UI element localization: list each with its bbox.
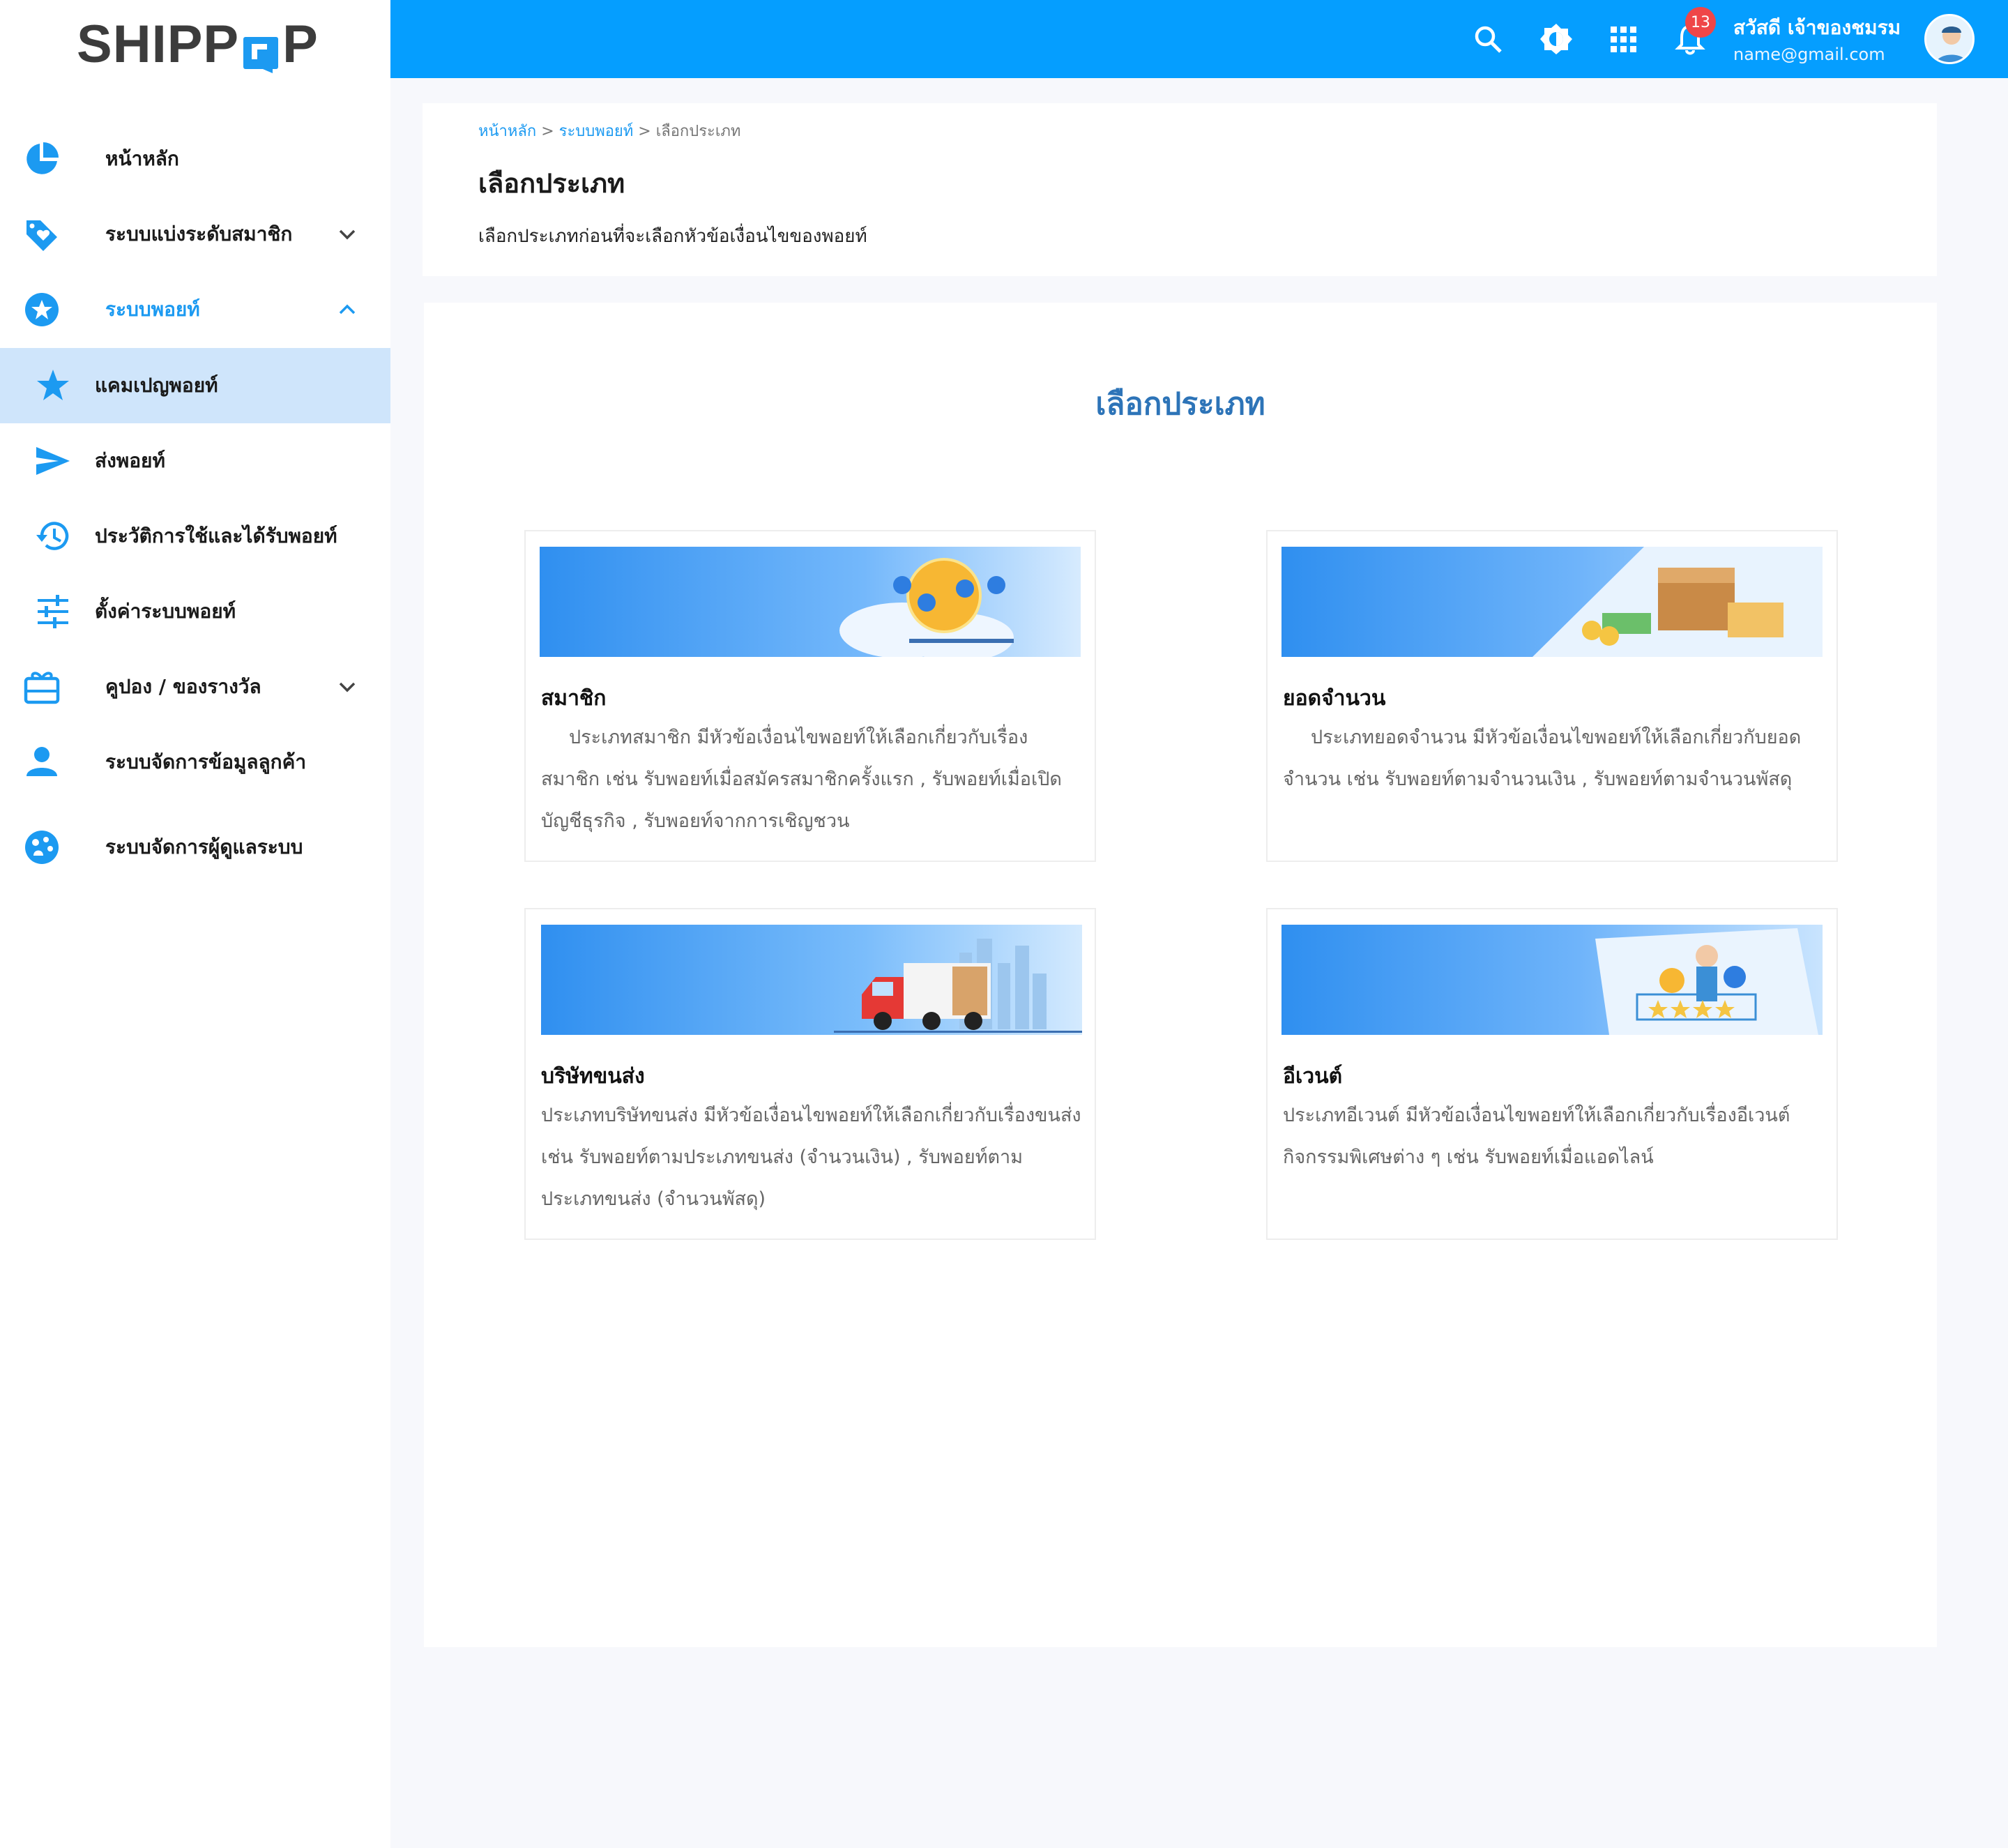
sidebar-item-label: แคมเปญพอยท์ <box>95 374 218 397</box>
search-icon[interactable] <box>1471 22 1505 56</box>
notification-count-badge: 13 <box>1685 7 1716 38</box>
brightness-icon[interactable] <box>1539 22 1573 56</box>
sidebar-item-label: คูปอง / ของรางวัล <box>105 675 261 698</box>
chevron-down-icon[interactable] <box>333 673 361 701</box>
amount-banner-image <box>1281 547 1823 657</box>
sidebar-item-label: ประวัติการใช้และได้รับพอยท์ <box>95 524 337 547</box>
chevron-down-icon[interactable] <box>333 220 361 248</box>
sliders-icon <box>35 593 71 630</box>
sidebar-item-label: หน้าหลัก <box>105 147 179 170</box>
type-selection-panel: เลือกประเภท สมาชิก ประเภทสมาชิก มีหัวข้อ… <box>424 303 1937 1647</box>
page-description: เลือกประเภทก่อนที่จะเลือกหัวข้อเงื่อนไขข… <box>478 226 867 247</box>
sidebar-item-label: ระบบจัดการผู้ดูแลระบบ <box>105 835 303 858</box>
sidebar-item-label: ตั้งค่าระบบพอยท์ <box>95 600 236 623</box>
breadcrumb-points-link[interactable]: ระบบพอยท์ <box>559 123 634 140</box>
admin-palette-icon <box>24 829 60 865</box>
send-icon <box>35 443 71 479</box>
person-icon <box>24 744 60 780</box>
type-card-shipping-company[interactable]: บริษัทขนส่ง ประเภทบริษัทขนส่ง มีหัวข้อเง… <box>524 908 1096 1240</box>
sidebar-item-points-system[interactable]: ระบบพอยท์ <box>0 272 390 347</box>
star-circle-icon <box>24 291 60 328</box>
section-title: เลือกประเภท <box>1095 386 1265 422</box>
logo-text-left: SHIPP <box>77 14 240 74</box>
type-name: บริษัทขนส่ง <box>541 1064 645 1089</box>
pie-chart-icon <box>24 141 60 177</box>
sidebar-subitem-point-settings[interactable]: ตั้งค่าระบบพอยท์ <box>0 574 390 649</box>
breadcrumb-separator: > <box>536 123 559 140</box>
chevron-up-icon[interactable] <box>333 296 361 324</box>
sidebar-item-label: ระบบจัดการข้อมูลลูกค้า <box>105 750 307 773</box>
sidebar-item-coupons-rewards[interactable]: คูปอง / ของรางวัล <box>0 649 390 725</box>
type-description: ประเภทสมาชิก มีหัวข้อเงื่อนไขพอยท์ให้เลื… <box>541 727 1062 832</box>
type-description: ประเภทยอดจำนวน มีหัวข้อเงื่อนไขพอยท์ให้เ… <box>1283 727 1802 790</box>
user-email: name@gmail.com <box>1733 45 1885 64</box>
page-title: เลือกประเภท <box>478 168 625 199</box>
sidebar: SHIPP P หน้าหลัก ระบบแบ่งระดับสมาชิก ระบ… <box>0 0 390 1848</box>
sidebar-item-label: ระบบพอยท์ <box>105 298 200 321</box>
apps-grid-icon[interactable] <box>1606 22 1640 56</box>
shipping-banner-image <box>541 925 1082 1035</box>
type-description: ประเภทบริษัทขนส่ง มีหัวข้อเงื่อนไขพอยท์ใ… <box>541 1105 1081 1210</box>
sidebar-item-label: ส่งพอยท์ <box>95 449 165 472</box>
gift-card-icon <box>24 669 60 705</box>
type-description: ประเภทอีเวนต์ มีหัวข้อเงื่อนไขพอยท์ให้เล… <box>1283 1105 1790 1168</box>
logo-chat-icon <box>242 25 280 73</box>
sidebar-item-admin-management[interactable]: ระบบจัดการผู้ดูแลระบบ <box>0 810 390 885</box>
type-name: ยอดจำนวน <box>1283 686 1386 711</box>
breadcrumb-separator: > <box>633 123 656 140</box>
member-banner-image <box>540 547 1081 657</box>
sidebar-item-member-tier[interactable]: ระบบแบ่งระดับสมาชิก <box>0 197 390 272</box>
page-header-card: หน้าหลัก > ระบบพอยท์ > เลือกประเภท เลือก… <box>423 103 1937 276</box>
sidebar-item-home[interactable]: หน้าหลัก <box>0 121 390 197</box>
sidebar-item-label: ระบบแบ่งระดับสมาชิก <box>105 222 293 245</box>
sidebar-subitem-point-campaign[interactable]: แคมเปญพอยท์ <box>0 348 390 423</box>
breadcrumb: หน้าหลัก > ระบบพอยท์ > เลือกประเภท <box>478 119 740 143</box>
shippop-logo[interactable]: SHIPP P <box>77 15 319 74</box>
history-icon <box>35 518 71 554</box>
breadcrumb-current: เลือกประเภท <box>655 123 741 140</box>
sidebar-subitem-point-history[interactable]: ประวัติการใช้และได้รับพอยท์ <box>0 499 390 574</box>
sidebar-subitem-send-points[interactable]: ส่งพอยท์ <box>0 423 390 499</box>
type-card-amount[interactable]: ยอดจำนวน ประเภทยอดจำนวน มีหัวข้อเงื่อนไข… <box>1266 530 1838 862</box>
type-card-member[interactable]: สมาชิก ประเภทสมาชิก มีหัวข้อเงื่อนไขพอยท… <box>524 530 1096 862</box>
heart-tag-icon <box>24 216 60 252</box>
star-icon <box>35 368 71 404</box>
type-name: สมาชิก <box>541 686 607 711</box>
sidebar-item-customer-data[interactable]: ระบบจัดการข้อมูลลูกค้า <box>0 725 390 800</box>
breadcrumb-home-link[interactable]: หน้าหลัก <box>478 123 536 140</box>
user-greeting: สวัสดี เจ้าของชมรม <box>1733 16 1901 39</box>
type-card-event[interactable]: อีเวนต์ ประเภทอีเวนต์ มีหัวข้อเงื่อนไขพอ… <box>1266 908 1838 1240</box>
logo-text-right: P <box>282 14 319 74</box>
avatar[interactable] <box>1924 14 1975 64</box>
event-banner-image <box>1281 925 1823 1035</box>
type-name: อีเวนต์ <box>1283 1064 1343 1089</box>
